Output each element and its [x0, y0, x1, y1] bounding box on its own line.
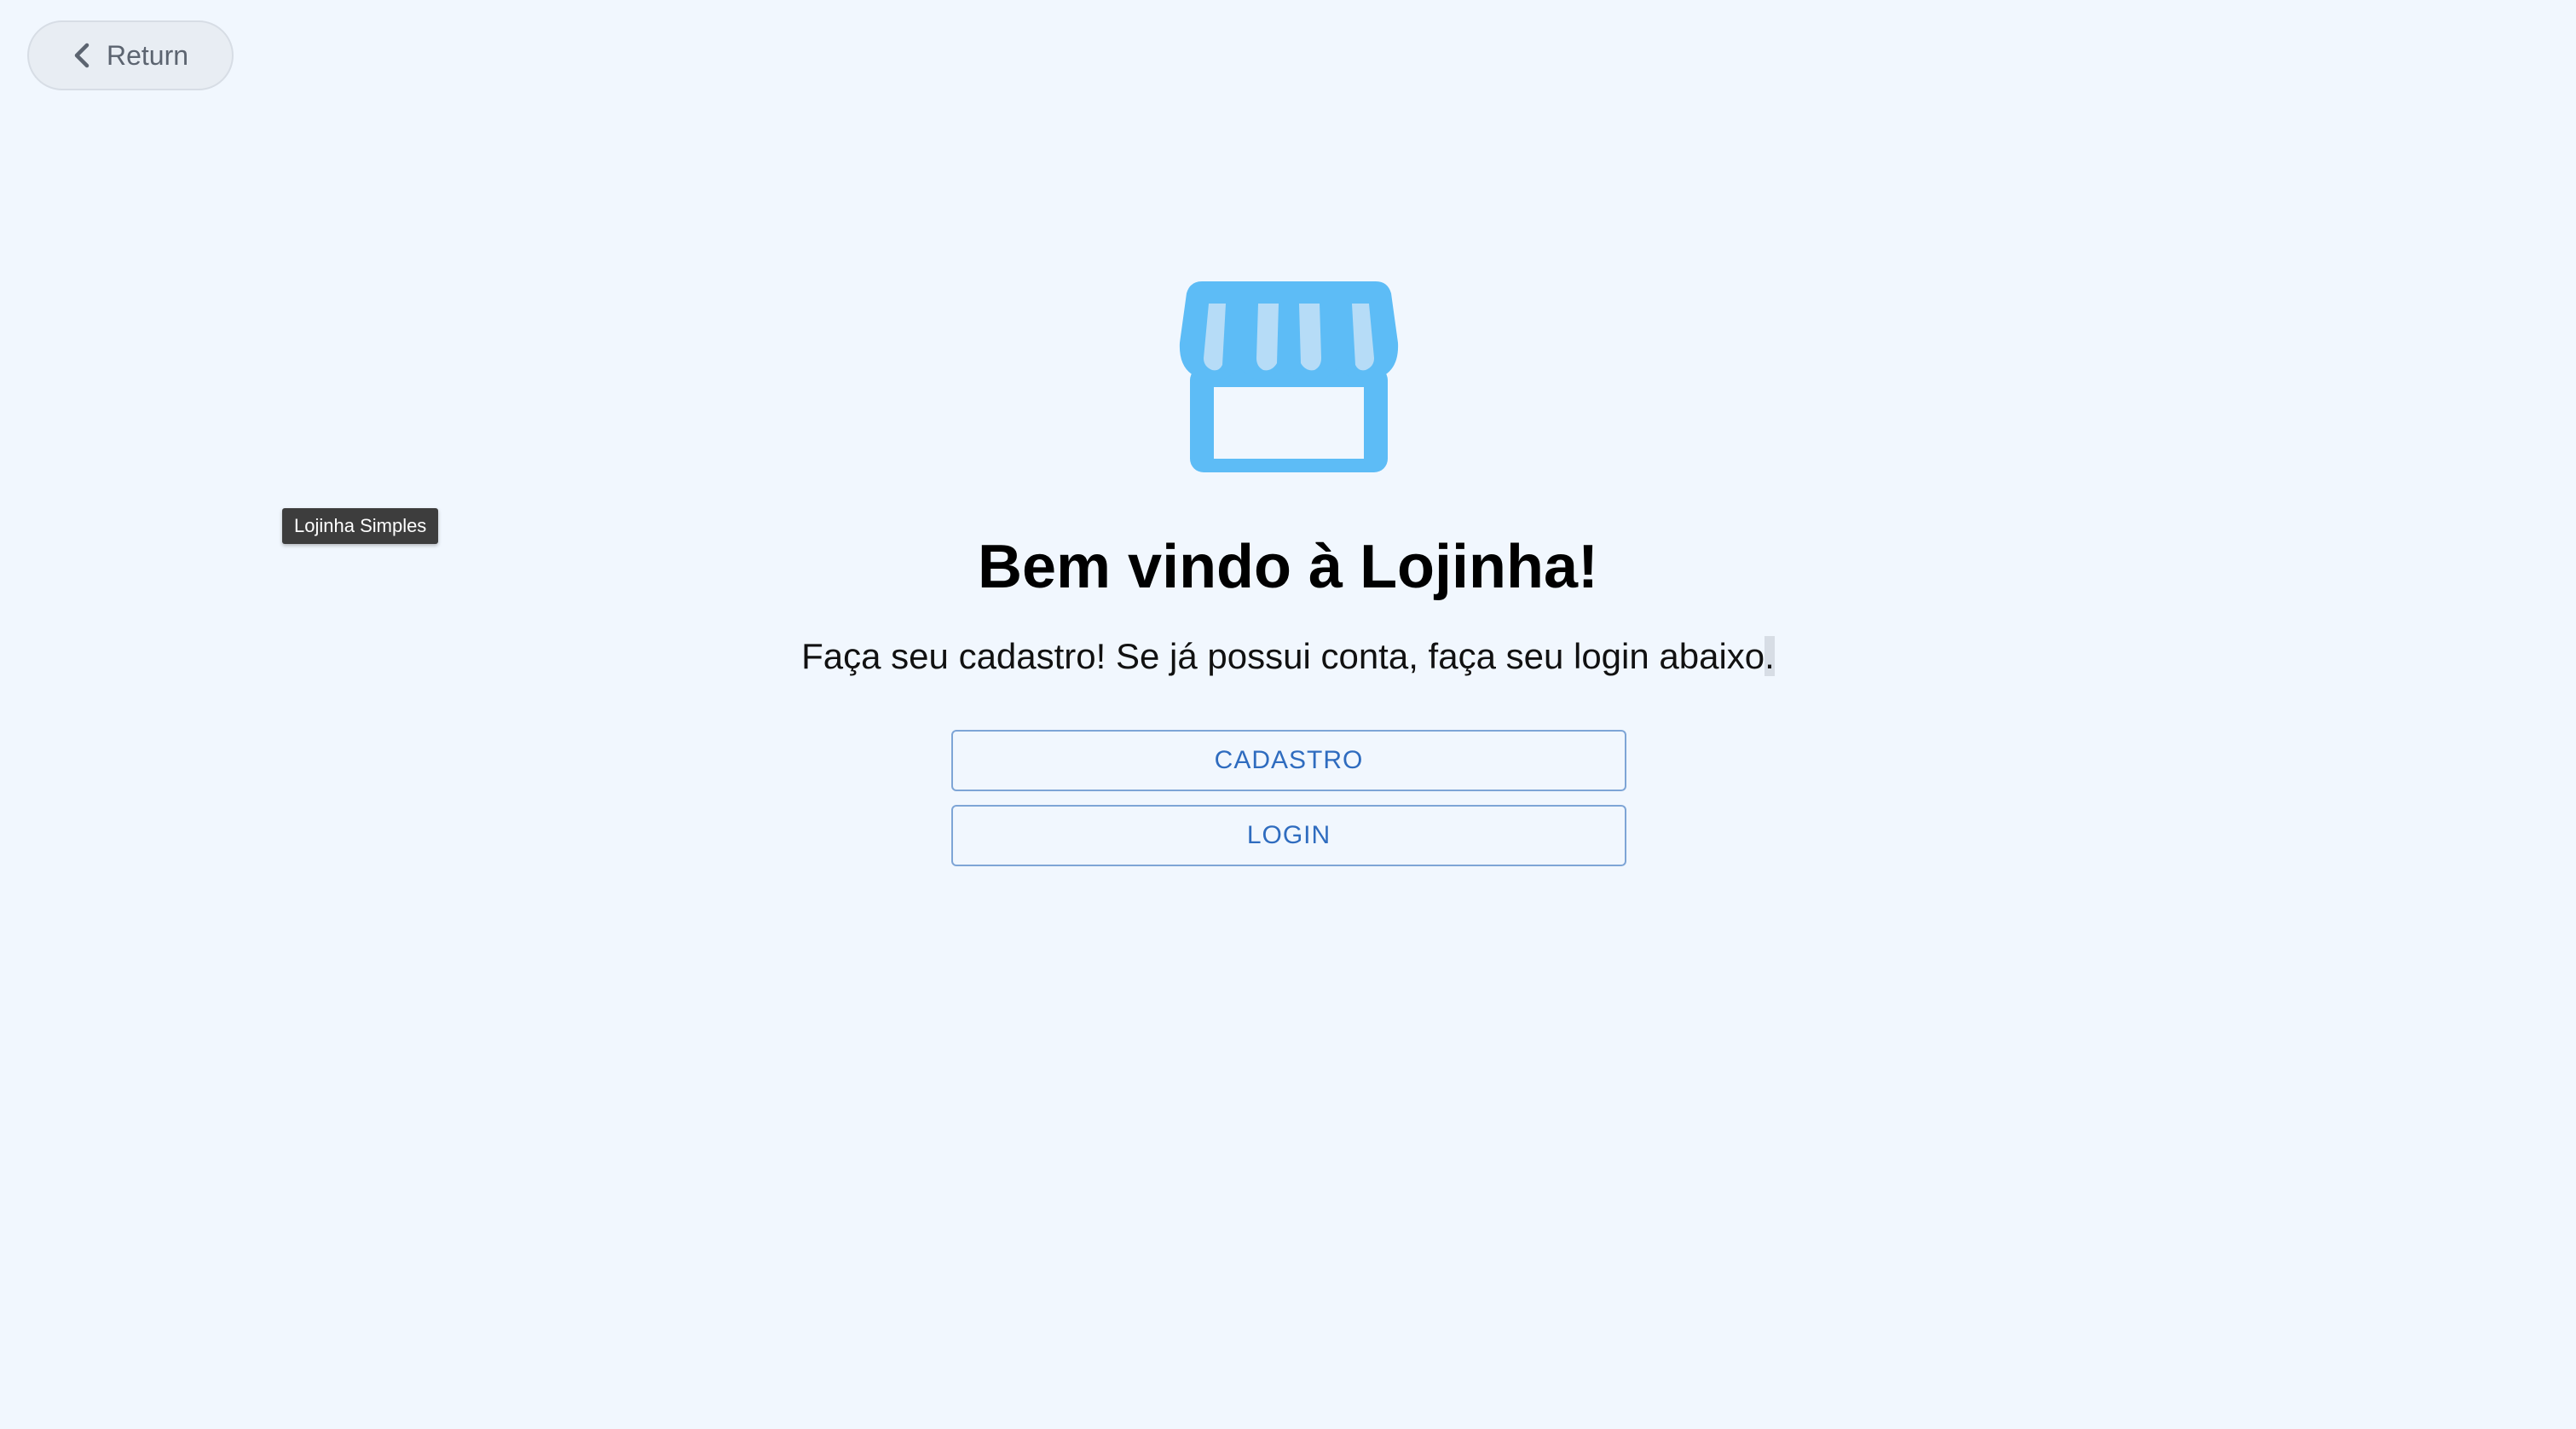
register-button[interactable]: CADASTRO [951, 730, 1626, 791]
subtitle-selection: . [1765, 636, 1775, 676]
page: Return Lojinha Simples Bem vindo à Lojin… [0, 0, 2576, 1429]
return-label: Return [106, 39, 189, 71]
storefront-icon [1178, 281, 1400, 479]
subtitle: Faça seu cadastro! Se já possui conta, f… [0, 636, 2576, 677]
subtitle-text: Faça seu cadastro! Se já possui conta, f… [801, 636, 1765, 676]
page-title: Bem vindo à Lojinha! [977, 533, 1599, 601]
login-button[interactable]: LOGIN [951, 805, 1626, 866]
chevron-left-icon [72, 42, 91, 69]
return-button[interactable]: Return [27, 20, 234, 90]
